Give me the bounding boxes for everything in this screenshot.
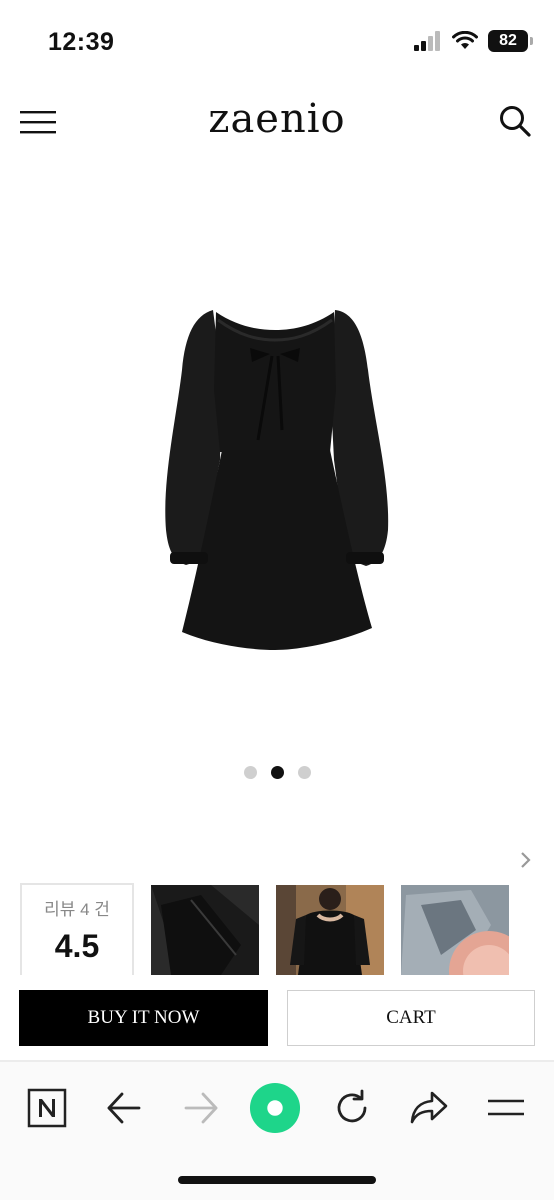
- refresh-icon[interactable]: [326, 1082, 378, 1134]
- forward-arrow-icon[interactable]: [175, 1082, 227, 1134]
- review-photo-1[interactable]: [151, 885, 259, 975]
- action-row: BUY IT NOW CART: [19, 990, 535, 1046]
- review-strip: 리뷰 4 건 4.5: [20, 883, 534, 975]
- carousel-dot-1[interactable]: [243, 766, 257, 779]
- carousel-dot-3[interactable]: [297, 766, 311, 779]
- product-image[interactable]: [0, 160, 554, 750]
- home-indicator[interactable]: [178, 1176, 376, 1184]
- cellular-signal-icon: [414, 31, 440, 51]
- back-arrow-icon[interactable]: [98, 1082, 150, 1134]
- review-summary[interactable]: 리뷰 4 건 4.5: [20, 883, 134, 975]
- battery-indicator: 82: [488, 30, 533, 52]
- black-dress-illustration: [165, 310, 389, 650]
- review-photo-2[interactable]: [276, 885, 384, 975]
- naver-home-icon[interactable]: [21, 1082, 73, 1134]
- cart-button[interactable]: CART: [287, 990, 535, 1046]
- review-photo-3[interactable]: [401, 885, 509, 975]
- wifi-icon: [452, 31, 478, 49]
- carousel-dot-2[interactable]: [270, 766, 284, 779]
- review-count: 리뷰 4 건: [44, 900, 110, 919]
- brand-logo[interactable]: zaenio: [0, 96, 554, 142]
- chevron-right-icon[interactable]: [518, 850, 534, 870]
- buy-it-now-button[interactable]: BUY IT NOW: [19, 990, 268, 1046]
- share-icon[interactable]: [403, 1082, 455, 1134]
- green-dot-icon[interactable]: [249, 1082, 301, 1134]
- app-header: zaenio: [0, 90, 554, 154]
- carousel-dots: [0, 766, 554, 779]
- status-bar: 12:39 82: [0, 0, 554, 80]
- status-time: 12:39: [48, 28, 115, 56]
- menu-icon[interactable]: [480, 1082, 532, 1134]
- review-score: 4.5: [54, 928, 100, 964]
- search-icon[interactable]: [498, 104, 532, 138]
- status-icons: 82: [414, 30, 533, 52]
